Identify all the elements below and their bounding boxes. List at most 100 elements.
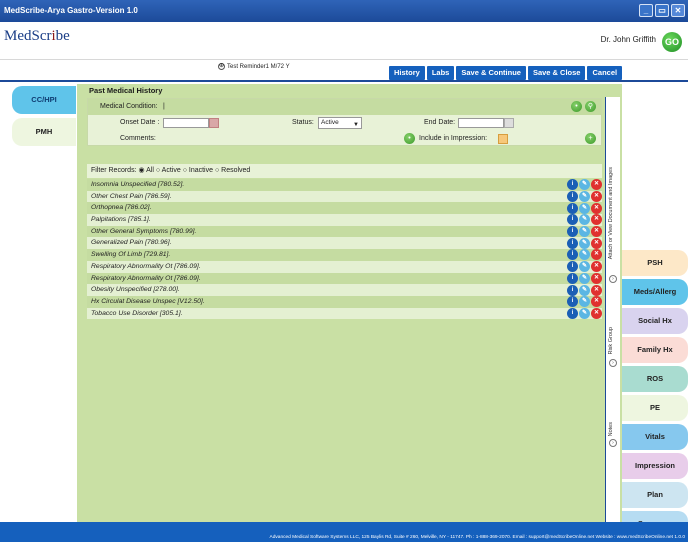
info-icon[interactable]: i [567, 226, 578, 238]
onset-calendar-icon[interactable] [209, 118, 219, 128]
search-icon[interactable]: ⚲ [585, 101, 596, 112]
tab-impression[interactable]: Impression [622, 453, 688, 479]
risk-group-link[interactable]: Risk Group [608, 327, 614, 355]
cancel-button[interactable]: Cancel [587, 66, 623, 80]
tab-family-hx[interactable]: Family Hx [622, 337, 688, 363]
info-icon[interactable]: i [567, 214, 578, 226]
comment-icon[interactable]: • [571, 101, 582, 112]
delete-icon[interactable]: ✕ [591, 307, 602, 319]
list-item[interactable]: Swelling Of Limb [729.81]. i ✎ ✕ [87, 249, 602, 261]
edit-icon[interactable]: ✎ [579, 226, 590, 238]
edit-icon[interactable]: ✎ [579, 202, 590, 214]
attach-expand-icon[interactable]: › [609, 275, 617, 283]
info-icon[interactable]: i [567, 202, 578, 214]
info-icon[interactable]: i [567, 307, 578, 319]
close-window-button[interactable]: ✕ [671, 4, 685, 17]
add-icon[interactable]: + [585, 133, 596, 144]
save-close-button[interactable]: Save & Close [527, 66, 586, 80]
list-item[interactable]: Respiratory Abnormality Ot [786.09]. i ✎ ✕ [87, 272, 602, 285]
status-label: Status: [292, 119, 314, 126]
edit-icon[interactable]: ✎ [579, 249, 590, 261]
minimize-button[interactable]: _ [639, 4, 653, 17]
list-item[interactable]: Respiratory Abnormality Ot [786.09]. i ✎ ✕ [87, 260, 602, 273]
edit-icon[interactable]: ✎ [579, 214, 590, 226]
list-item[interactable]: Orthopnea [786.02]. i ✎ ✕ [87, 202, 602, 215]
info-icon[interactable]: i [567, 296, 578, 308]
record-label: Palpitations [785.1]. [91, 216, 151, 224]
info-icon[interactable]: i [567, 249, 578, 261]
save-continue-button[interactable]: Save & Continue [456, 66, 526, 80]
notes-expand-icon[interactable]: › [609, 439, 617, 447]
edit-icon[interactable]: ✎ [579, 191, 590, 203]
record-label: Hx Circulat Disease Unspec [V12.50]. [91, 297, 205, 305]
info-icon[interactable]: i [567, 284, 578, 296]
delete-icon[interactable]: ✕ [591, 179, 602, 191]
risk-expand-icon[interactable]: › [609, 359, 617, 367]
edit-icon[interactable]: ✎ [579, 261, 590, 273]
list-item[interactable]: Palpitations [785.1]. i ✎ ✕ [87, 214, 602, 226]
edit-icon[interactable]: ✎ [579, 284, 590, 296]
delete-icon[interactable]: ✕ [591, 261, 602, 273]
tab-meds-allerg[interactable]: Meds/Allerg [622, 279, 688, 305]
delete-icon[interactable]: ✕ [591, 191, 602, 203]
tab-social-hx[interactable]: Social Hx [622, 308, 688, 334]
info-icon[interactable]: i [567, 272, 578, 284]
edit-icon[interactable]: ✎ [579, 237, 590, 249]
tab-pe[interactable]: PE [622, 395, 688, 421]
list-item[interactable]: Other General Symptoms [780.99]. i ✎ ✕ [87, 225, 602, 238]
list-item[interactable]: Other Chest Pain [786.59]. i ✎ ✕ [87, 190, 602, 203]
edit-icon[interactable]: ✎ [579, 307, 590, 319]
tab-pmh[interactable]: PMH [12, 118, 76, 146]
list-item[interactable]: Obesity Unspecified [278.00]. i ✎ ✕ [87, 284, 602, 296]
patient-reminder[interactable]: ⊕ Test Reminder1 M/72 Y [218, 63, 290, 70]
go-button[interactable]: GO [662, 32, 682, 52]
end-calendar-icon[interactable] [504, 118, 514, 128]
comments-label: Comments: [120, 135, 156, 142]
filter-inactive-radio[interactable]: ○ Inactive [183, 167, 213, 174]
reminder-label: Test Reminder1 M/72 Y [227, 63, 290, 70]
filter-active-radio[interactable]: ○ Active [156, 167, 181, 174]
medical-condition-input[interactable]: | [163, 99, 165, 115]
footer-text: Advanced Medical Software Systems LLC, 1… [269, 535, 685, 540]
onset-date-input[interactable] [163, 118, 209, 128]
filter-all-radio[interactable]: ◉ All [138, 167, 153, 174]
maximize-button[interactable]: ▭ [655, 4, 669, 17]
edit-icon[interactable]: ✎ [579, 296, 590, 308]
end-date-input[interactable] [458, 118, 504, 128]
list-item[interactable]: Generalized Pain [780.96]. i ✎ ✕ [87, 237, 602, 250]
delete-icon[interactable]: ✕ [591, 272, 602, 284]
record-label: Respiratory Abnormality Ot [786.09]. [91, 274, 201, 282]
delete-icon[interactable]: ✕ [591, 214, 602, 226]
delete-icon[interactable]: ✕ [591, 296, 602, 308]
list-item[interactable]: Tobacco Use Disorder [305.1]. i ✎ ✕ [87, 307, 602, 320]
tab-ros[interactable]: ROS [622, 366, 688, 392]
tab-cc-hpi[interactable]: CC/HPI [12, 86, 76, 114]
delete-icon[interactable]: ✕ [591, 237, 602, 249]
labs-button[interactable]: Labs [426, 66, 455, 80]
history-button[interactable]: History [389, 66, 425, 80]
attach-documents-link[interactable]: Attach or View Document and Images [608, 167, 614, 259]
edit-icon[interactable]: ✎ [579, 179, 590, 191]
list-item[interactable]: Hx Circulat Disease Unspec [V12.50]. i ✎ ✕ [87, 295, 602, 308]
info-icon[interactable]: i [567, 191, 578, 203]
delete-icon[interactable]: ✕ [591, 249, 602, 261]
comment-bubble-icon[interactable]: • [404, 133, 415, 144]
status-select[interactable]: Active ▼ [318, 117, 362, 129]
tab-psh[interactable]: PSH [622, 250, 688, 276]
list-item[interactable]: Insomnia Unspecified [780.52]. i ✎ ✕ [87, 179, 602, 191]
past-medical-history-panel: Past Medical History Medical Condition: … [77, 84, 622, 524]
status-value: Active [321, 119, 339, 126]
edit-icon[interactable]: ✎ [579, 272, 590, 284]
tab-vitals[interactable]: Vitals [622, 424, 688, 450]
record-label: Obesity Unspecified [278.00]. [91, 286, 180, 294]
delete-icon[interactable]: ✕ [591, 226, 602, 238]
notes-link[interactable]: Notes [608, 422, 614, 436]
tab-plan[interactable]: Plan [622, 482, 688, 508]
delete-icon[interactable]: ✕ [591, 284, 602, 296]
delete-icon[interactable]: ✕ [591, 202, 602, 214]
info-icon[interactable]: i [567, 179, 578, 191]
filter-resolved-radio[interactable]: ○ Resolved [215, 167, 250, 174]
info-icon[interactable]: i [567, 237, 578, 249]
info-icon[interactable]: i [567, 261, 578, 273]
include-impression-checkbox[interactable] [498, 134, 508, 144]
